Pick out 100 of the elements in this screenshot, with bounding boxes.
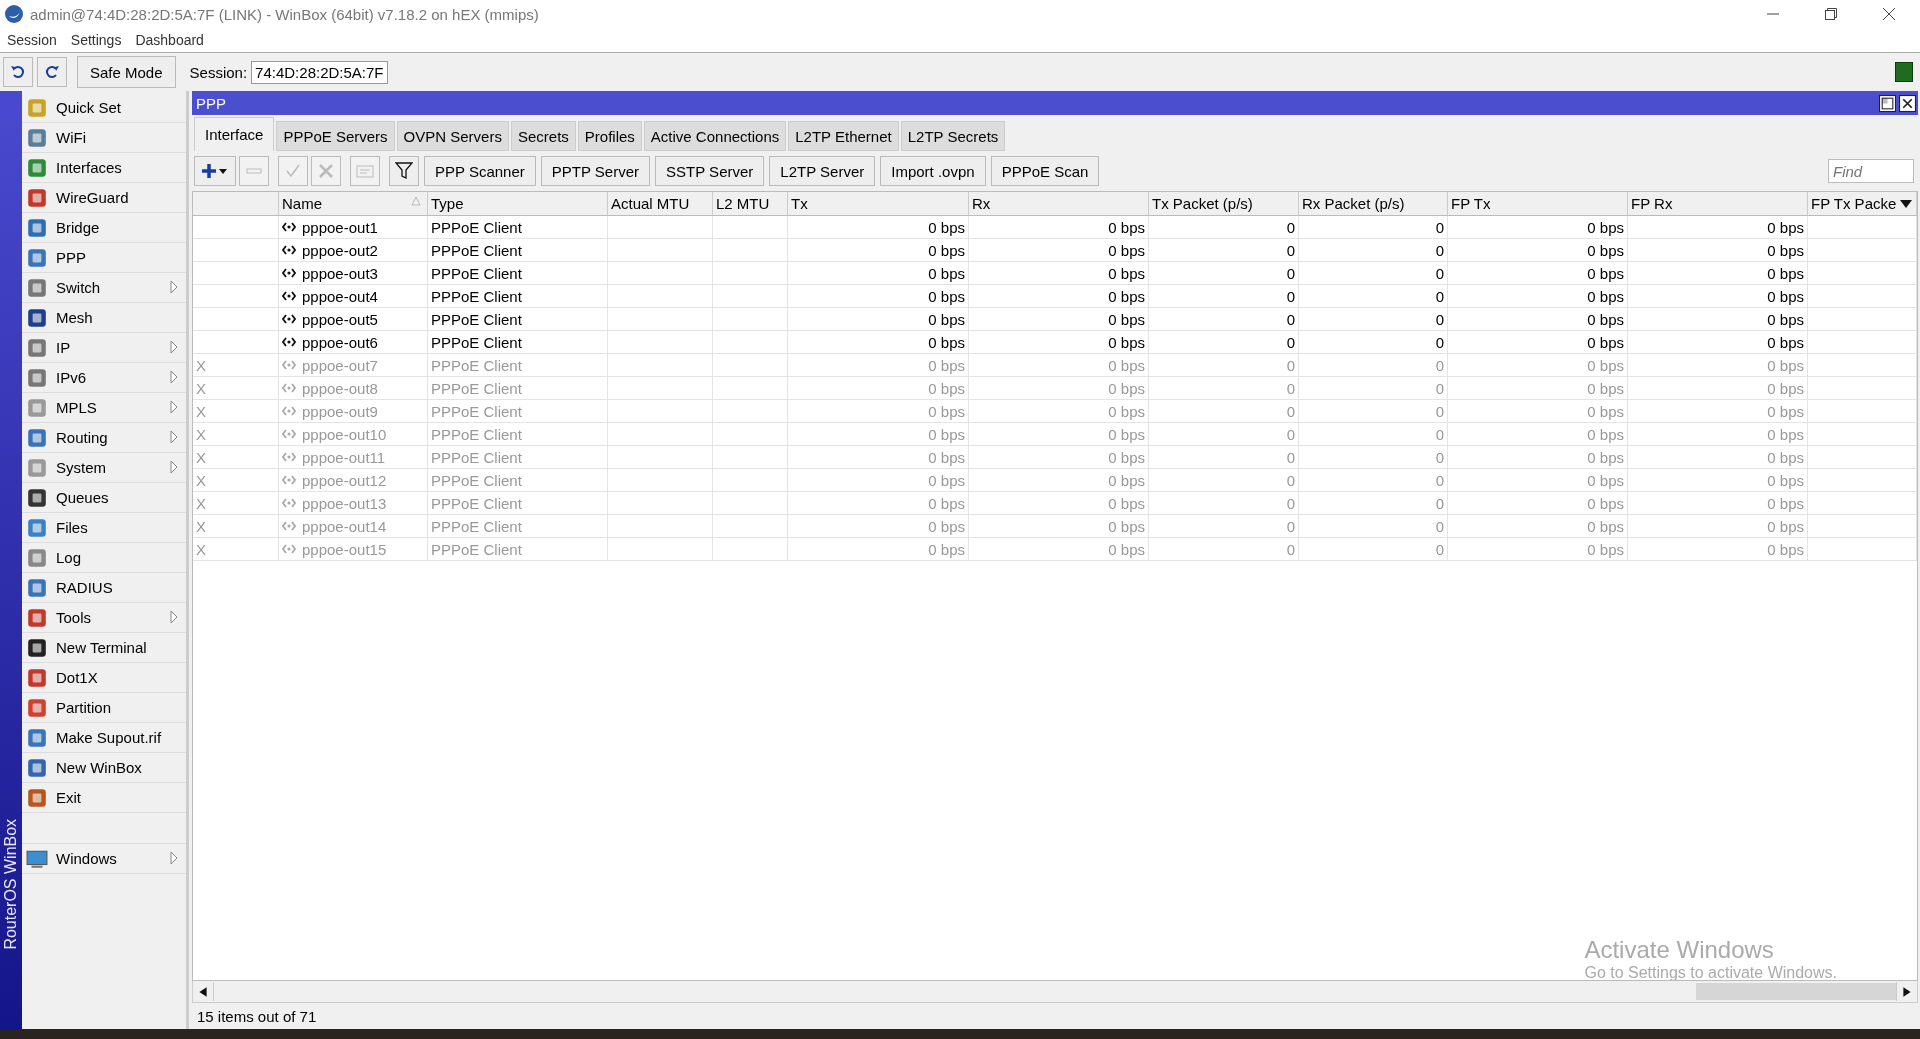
- horizontal-scrollbar[interactable]: [192, 981, 1918, 1003]
- close-icon[interactable]: [1899, 94, 1916, 112]
- column-header[interactable]: Rx: [969, 192, 1149, 216]
- column-header[interactable]: FP Rx: [1628, 192, 1808, 216]
- menu-item-icon: [26, 606, 48, 629]
- interface-icon: [282, 268, 296, 278]
- sidebar-item[interactable]: WiFi: [22, 123, 186, 153]
- check-icon: [285, 163, 301, 179]
- tab[interactable]: PPPoE Servers: [276, 121, 395, 151]
- sidebar-item[interactable]: Interfaces: [22, 153, 186, 183]
- filter-button[interactable]: [389, 156, 419, 186]
- table-cell: 0 bps: [788, 308, 969, 331]
- tab[interactable]: OVPN Servers: [396, 121, 509, 151]
- toolbar-button[interactable]: L2TP Server: [769, 156, 876, 186]
- sidebar-item[interactable]: PPP: [22, 243, 186, 273]
- find-field[interactable]: Find: [1828, 159, 1914, 183]
- interface-name: pppoe-out11: [302, 448, 386, 466]
- tab[interactable]: Active Connections: [643, 121, 787, 151]
- tab[interactable]: L2TP Secrets: [900, 121, 1006, 151]
- session-field[interactable]: 74:4D:28:2D:5A:7F: [251, 60, 388, 84]
- restore-icon[interactable]: [1824, 7, 1838, 21]
- toolbar-button[interactable]: PPP Scanner: [424, 156, 536, 186]
- sidebar-item[interactable]: Make Supout.rif: [22, 723, 186, 753]
- undo-button[interactable]: [3, 57, 33, 87]
- sidebar-item[interactable]: Files: [22, 513, 186, 543]
- column-header[interactable]: FP Tx: [1448, 192, 1628, 216]
- close-icon[interactable]: [1882, 7, 1896, 21]
- table-cell: X: [193, 354, 279, 377]
- sidebar-item[interactable]: Queues: [22, 483, 186, 513]
- interface-name: pppoe-out12: [302, 471, 387, 489]
- column-header[interactable]: FP Tx Packe: [1808, 192, 1917, 216]
- column-header[interactable]: Rx Packet (p/s): [1299, 192, 1448, 216]
- tab[interactable]: Profiles: [577, 121, 642, 151]
- table-cell: 0 bps: [969, 285, 1149, 308]
- sidebar-item[interactable]: Exit: [22, 783, 186, 813]
- table-cell: PPPoE Client: [428, 308, 608, 331]
- table-cell: 0: [1299, 308, 1448, 331]
- column-header[interactable]: Tx: [788, 192, 969, 216]
- interface-name: pppoe-out10: [302, 425, 387, 443]
- toolbar-button[interactable]: PPPoE Scan: [990, 156, 1100, 186]
- interface-icon: [282, 337, 296, 347]
- sidebar-item[interactable]: IP: [22, 333, 186, 363]
- menu-item[interactable]: Dashboard: [135, 32, 204, 48]
- sidebar-item[interactable]: Tools: [22, 603, 186, 633]
- column-header[interactable]: Actual MTU: [608, 192, 713, 216]
- tab[interactable]: Interface: [194, 117, 275, 151]
- table-cell: PPPoE Client: [428, 239, 608, 262]
- toolbar-button[interactable]: SSTP Server: [655, 156, 765, 186]
- menu-item[interactable]: Settings: [70, 32, 122, 48]
- sidebar-item[interactable]: WireGuard: [22, 183, 186, 213]
- sidebar-item[interactable]: Routing: [22, 423, 186, 453]
- interface-icon: [282, 222, 296, 232]
- sidebar-item[interactable]: Switch: [22, 273, 186, 303]
- sidebar-item[interactable]: IPv6: [22, 363, 186, 393]
- sidebar-item[interactable]: RADIUS: [22, 573, 186, 603]
- column-dropdown-icon[interactable]: [1900, 200, 1912, 208]
- sidebar-item[interactable]: Dot1X: [22, 663, 186, 693]
- sidebar-item[interactable]: MPLS: [22, 393, 186, 423]
- interface-icon: [282, 360, 296, 370]
- menu-item-icon: [26, 516, 48, 539]
- column-header[interactable]: Tx Packet (p/s): [1149, 192, 1299, 216]
- sidebar-item[interactable]: Bridge: [22, 213, 186, 243]
- redo-button[interactable]: [37, 57, 67, 87]
- table-cell: PPPoE Client: [428, 331, 608, 354]
- sidebar-item[interactable]: Windows: [22, 844, 186, 874]
- maximize-icon[interactable]: [1879, 94, 1896, 112]
- column-header[interactable]: L2 MTU: [713, 192, 788, 216]
- table-cell: 0: [1299, 285, 1448, 308]
- sidebar-item[interactable]: Quick Set: [22, 93, 186, 123]
- toolbar-button[interactable]: PPTP Server: [540, 156, 651, 186]
- sidebar-item[interactable]: New WinBox: [22, 753, 186, 783]
- interface-icon: [282, 498, 296, 508]
- add-button[interactable]: [194, 156, 236, 186]
- interface-name: pppoe-out8: [302, 379, 378, 397]
- safe-mode-button[interactable]: Safe Mode: [77, 56, 176, 88]
- table-cell: 0: [1299, 216, 1448, 239]
- sidebar-item[interactable]: New Terminal: [22, 633, 186, 663]
- tab[interactable]: Secrets: [510, 121, 576, 151]
- filter-icon: [395, 162, 413, 180]
- toolbar-button[interactable]: Import .ovpn: [880, 156, 986, 186]
- table-cell: 0: [1149, 239, 1299, 262]
- menu-item-icon: [26, 96, 48, 119]
- interface-name: pppoe-out6: [302, 333, 378, 351]
- sidebar-item[interactable]: Log: [22, 543, 186, 573]
- sidebar-item[interactable]: Partition: [22, 693, 186, 723]
- menu-item[interactable]: Session: [7, 32, 57, 48]
- table-cell: 0 bps: [788, 423, 969, 446]
- column-header[interactable]: Type: [428, 192, 608, 216]
- menu-item-icon: [26, 186, 48, 209]
- table-cell: 0: [1149, 446, 1299, 469]
- table-cell: PPPoE Client: [428, 492, 608, 515]
- table-cell: 0 bps: [1448, 515, 1628, 538]
- sidebar-item[interactable]: System: [22, 453, 186, 483]
- interface-name: pppoe-out13: [302, 494, 387, 512]
- sidebar-item[interactable]: Mesh: [22, 303, 186, 333]
- table-cell: 0: [1299, 469, 1448, 492]
- table-cell: 0 bps: [1628, 262, 1808, 285]
- interface-icon: [282, 314, 296, 324]
- column-header[interactable]: Name: [279, 192, 428, 216]
- tab[interactable]: L2TP Ethernet: [788, 121, 899, 151]
